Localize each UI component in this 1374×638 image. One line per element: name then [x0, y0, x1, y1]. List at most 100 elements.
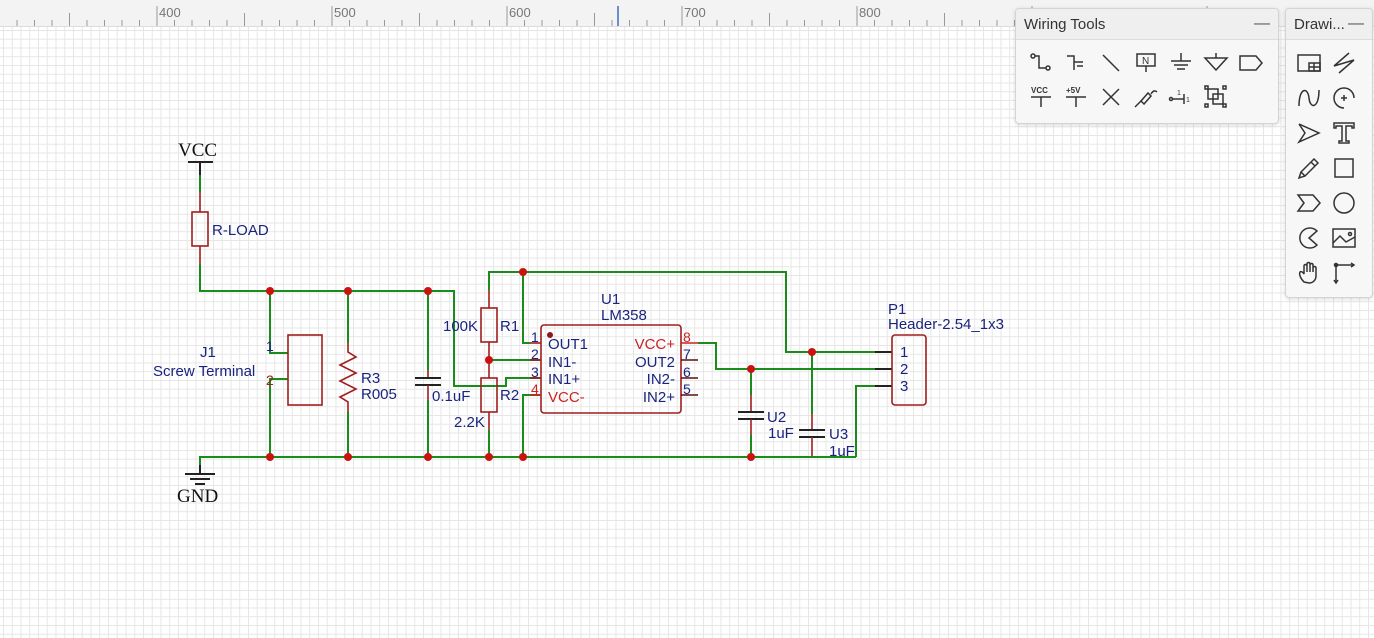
junction-dot — [747, 453, 755, 461]
j1-pin-1: 1 — [266, 338, 274, 354]
junction-dot — [344, 287, 352, 295]
u1-pin-name: VCC+ — [635, 336, 676, 353]
text-icon[interactable] — [1327, 116, 1361, 150]
junction-dot — [747, 365, 755, 373]
u1-pin-num: 7 — [683, 346, 691, 362]
u1-ref: U1 — [601, 291, 620, 308]
junction-dot — [485, 453, 493, 461]
wire-icon[interactable] — [1024, 46, 1058, 80]
capacitor-c1[interactable]: 0.1uF — [415, 370, 470, 405]
pin-icon[interactable]: 11 — [1164, 80, 1198, 114]
gnd-label: GND — [177, 486, 218, 507]
j1-ref: J1 — [200, 344, 216, 361]
r1-ref: R1 — [500, 318, 519, 335]
j1-value: Screw Terminal — [153, 363, 255, 380]
plus5v-icon[interactable]: +5V — [1059, 80, 1093, 114]
u1-pin-num: 5 — [683, 381, 691, 397]
no-connect-icon[interactable] — [1094, 80, 1128, 114]
junction-dot — [424, 453, 432, 461]
net-port-icon[interactable] — [1199, 46, 1233, 80]
vcc-icon[interactable]: VCC — [1024, 80, 1058, 114]
u1-pin-name: OUT1 — [548, 336, 588, 353]
u1-value: LM358 — [601, 307, 647, 324]
polyline-icon[interactable] — [1327, 46, 1361, 80]
u1-pin-num: 1 — [531, 329, 539, 345]
rload-ref: R-LOAD — [212, 222, 269, 239]
u3-ref: U3 — [829, 426, 848, 443]
pie-icon[interactable] — [1292, 221, 1326, 255]
drawing-tools-header[interactable]: Drawi... — — [1286, 9, 1372, 40]
table-icon[interactable] — [1292, 46, 1326, 80]
ic-u1-lm358[interactable]: U1 LM358 1 2 3 4 OUT1 IN1- IN1+ VCC- VCC… — [530, 291, 698, 414]
c1-value: 0.1uF — [432, 388, 470, 405]
svg-text:N: N — [1142, 56, 1149, 67]
svg-text:VCC: VCC — [1031, 86, 1048, 95]
r1-value: 100K — [443, 318, 478, 335]
junction-dot — [344, 453, 352, 461]
svg-text:1: 1 — [1186, 97, 1190, 104]
junction-dot — [424, 287, 432, 295]
p1-value: Header-2.54_1x3 — [888, 316, 1004, 333]
junction-dot — [266, 453, 274, 461]
svg-text:1: 1 — [1177, 90, 1181, 97]
minimize-icon[interactable]: — — [1254, 15, 1270, 33]
u1-pin-name: IN2+ — [643, 389, 675, 406]
u1-pin-name: VCC- — [548, 389, 585, 406]
wiring-tools-panel: Wiring Tools — N VCC +5V 11 — [1015, 8, 1279, 124]
junction-dot — [808, 348, 816, 356]
connector-p1[interactable]: P1 Header-2.54_1x3 1 2 3 — [875, 301, 1004, 406]
u1-pin-name: IN2- — [647, 371, 675, 388]
u1-pin-num: 4 — [531, 381, 539, 397]
junction-dot — [485, 356, 493, 364]
resistor-r3[interactable]: R3 R005 — [338, 343, 397, 412]
j1-pin-2: 2 — [266, 372, 274, 388]
u1-pin-num: 6 — [683, 364, 691, 380]
probe-icon[interactable] — [1129, 80, 1163, 114]
arc-icon[interactable] — [1327, 81, 1361, 115]
arrowhead-icon[interactable] — [1292, 116, 1326, 150]
gnd-power-port[interactable]: GND — [177, 465, 218, 507]
bus-entry-icon[interactable] — [1094, 46, 1128, 80]
wiring-tools-title: Wiring Tools — [1024, 15, 1106, 33]
u2-ref: U2 — [767, 409, 786, 426]
freehand-icon[interactable] — [1292, 151, 1326, 185]
vcc-power-port[interactable]: VCC — [178, 140, 217, 175]
junction-dot — [519, 268, 527, 276]
junction-dot — [266, 287, 274, 295]
u1-pin-num: 2 — [531, 346, 539, 362]
resistor-rload[interactable]: R-LOAD — [191, 192, 269, 264]
vcc-label: VCC — [178, 140, 217, 161]
junction-dot — [519, 453, 527, 461]
r2-ref: R2 — [500, 387, 519, 404]
minimize-icon[interactable]: — — [1348, 15, 1364, 33]
drawing-tools-panel: Drawi... — — [1285, 8, 1373, 298]
u1-pin-name: IN1+ — [548, 371, 580, 388]
rectangle-icon[interactable] — [1327, 151, 1361, 185]
net-flag-icon[interactable] — [1234, 46, 1268, 80]
connector-j1[interactable]: J1 Screw Terminal 1 2 — [153, 334, 323, 406]
u1-pin-name: OUT2 — [635, 354, 675, 371]
r2-value: 2.2K — [454, 414, 485, 431]
p1-pin-3: 3 — [900, 378, 908, 395]
r3-ref: R3 — [361, 370, 380, 387]
ruler-label: 700 — [684, 5, 706, 20]
origin-icon[interactable] — [1327, 256, 1361, 290]
ruler-label: 400 — [159, 5, 181, 20]
wiring-tools-header[interactable]: Wiring Tools — — [1016, 9, 1278, 40]
polygon-icon[interactable] — [1292, 186, 1326, 220]
pan-icon[interactable] — [1292, 256, 1326, 290]
net-label-icon[interactable]: N — [1129, 46, 1163, 80]
p1-pin-2: 2 — [900, 361, 908, 378]
ruler-label: 800 — [859, 5, 881, 20]
circle-icon[interactable] — [1327, 186, 1361, 220]
capacitor-u2[interactable]: U2 1uF — [738, 395, 794, 442]
u1-pin-num: 3 — [531, 364, 539, 380]
capacitor-u3[interactable]: U3 1uF — [799, 414, 855, 460]
image-icon[interactable] — [1327, 221, 1361, 255]
u1-pin-num: 8 — [683, 329, 691, 345]
bus-icon[interactable] — [1059, 46, 1093, 80]
u1-pin-name: IN1- — [548, 354, 576, 371]
group-icon[interactable] — [1199, 80, 1233, 114]
bezier-icon[interactable] — [1292, 81, 1326, 115]
ground-icon[interactable] — [1164, 46, 1198, 80]
